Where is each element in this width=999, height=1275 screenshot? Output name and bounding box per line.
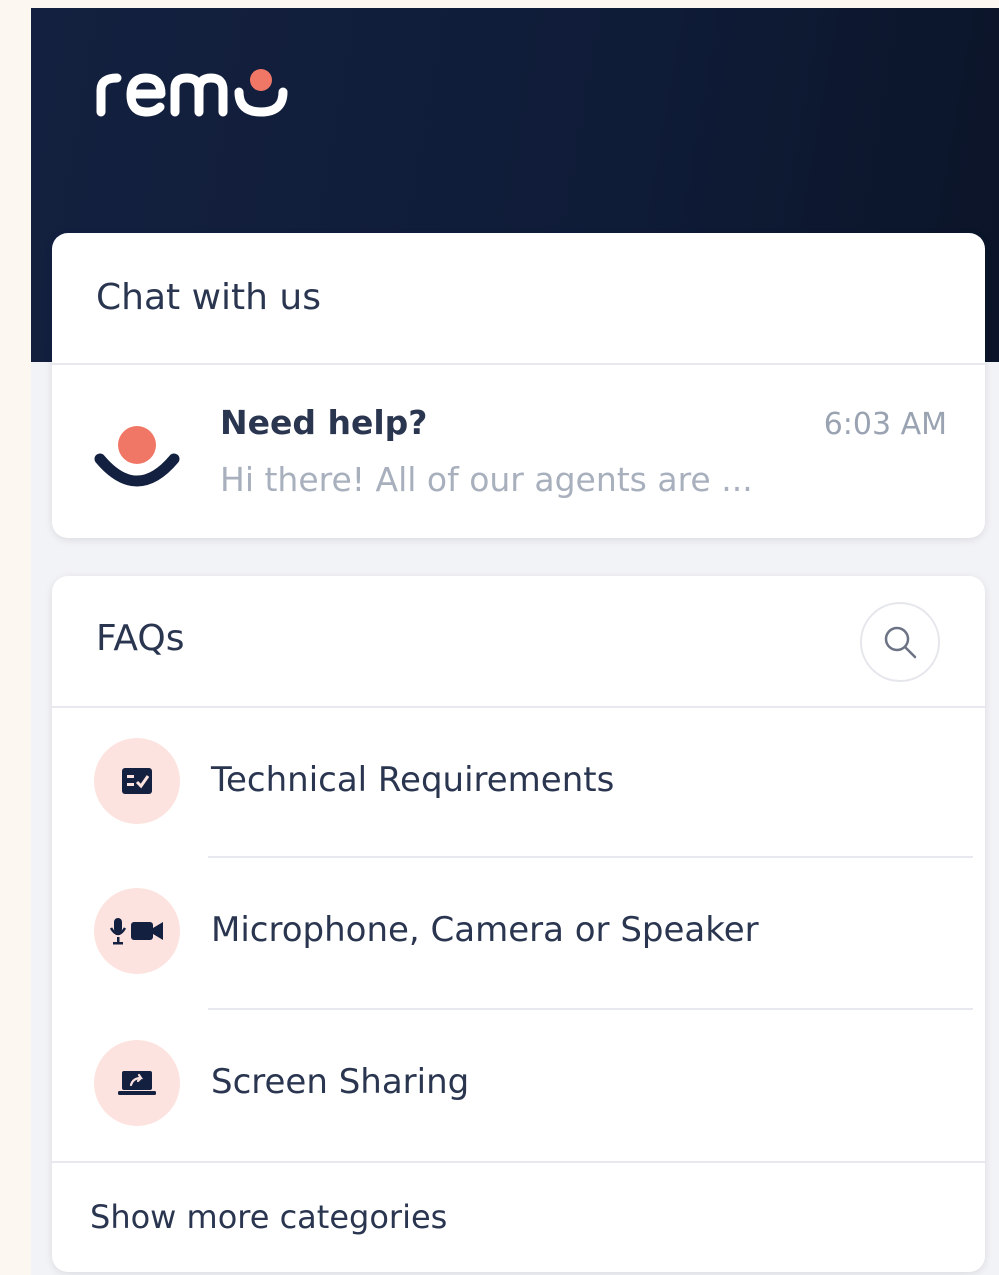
conversation-preview: Hi there! All of our agents are ... bbox=[220, 460, 753, 499]
category-icon-badge bbox=[94, 738, 180, 824]
conversation-title: Need help? bbox=[220, 403, 428, 442]
faq-card-title: FAQs bbox=[96, 618, 185, 659]
faq-card: FAQs Technical Requirements Microphone, … bbox=[52, 576, 985, 1272]
show-more-categories-link[interactable]: Show more categories bbox=[90, 1198, 447, 1236]
chat-card-title: Chat with us bbox=[96, 277, 321, 318]
category-screen-sharing[interactable]: Screen Sharing bbox=[52, 1010, 985, 1160]
remo-logo bbox=[96, 69, 288, 117]
category-icon-badge bbox=[94, 888, 180, 974]
category-label: Technical Requirements bbox=[211, 760, 615, 800]
help-widget: Chat with us Need help? 6:03 AM Hi there… bbox=[31, 8, 999, 1275]
category-label: Screen Sharing bbox=[211, 1062, 470, 1102]
category-technical-requirements[interactable]: Technical Requirements bbox=[52, 708, 985, 858]
checklist-icon bbox=[122, 768, 152, 794]
category-label: Microphone, Camera or Speaker bbox=[211, 910, 759, 950]
faq-footer-divider bbox=[52, 1161, 985, 1163]
faq-search-button[interactable] bbox=[860, 602, 940, 682]
conversation-time: 6:03 AM bbox=[823, 407, 947, 442]
mic-camera-icon bbox=[109, 918, 163, 945]
conversation-item[interactable]: Need help? 6:03 AM Hi there! All of our … bbox=[52, 365, 985, 538]
screen-share-icon bbox=[118, 1071, 156, 1095]
search-icon bbox=[884, 626, 917, 659]
category-icon-badge bbox=[94, 1040, 180, 1126]
chat-card: Chat with us Need help? 6:03 AM Hi there… bbox=[52, 233, 985, 538]
agent-avatar bbox=[94, 426, 180, 487]
category-microphone-camera-speaker[interactable]: Microphone, Camera or Speaker bbox=[52, 858, 985, 1008]
